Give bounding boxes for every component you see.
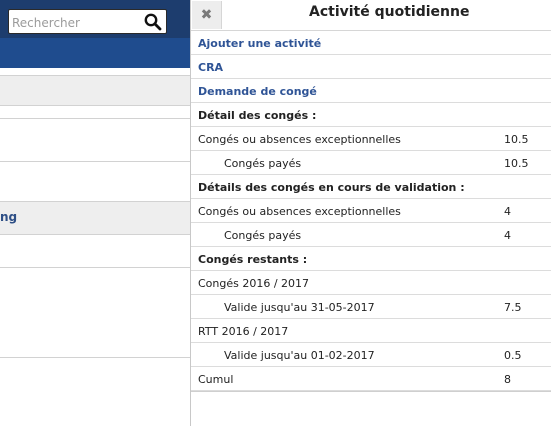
row-value: 8 (504, 373, 511, 386)
row-value: 4 (504, 229, 511, 242)
divider (0, 267, 190, 268)
background-link[interactable]: ng (0, 210, 17, 224)
row-label: Cumul (198, 373, 234, 386)
row-value: 0.5 (504, 349, 522, 362)
add-activity-link[interactable]: Ajouter une activité (191, 31, 551, 55)
divider (0, 357, 190, 358)
table-row: Cumul 8 (191, 367, 551, 391)
row-value: 7.5 (504, 301, 522, 314)
row-label: Valide jusqu'au 01-02-2017 (224, 349, 375, 362)
row-value: 10.5 (504, 157, 529, 170)
table-row: Congés ou absences exceptionnelles 10.5 (191, 127, 551, 151)
panel-bottom-border (191, 391, 551, 392)
divider (0, 105, 190, 106)
section-heading: Détails des congés en cours de validatio… (191, 175, 551, 199)
background-band (0, 201, 190, 234)
row-value: 10.5 (504, 133, 529, 146)
panel-body: Ajouter une activité CRA Demande de cong… (191, 31, 551, 391)
row-label: CRA (198, 61, 224, 74)
divider (0, 75, 190, 76)
table-row: Congés 2016 / 2017 (191, 271, 551, 295)
row-label: Congés payés (224, 157, 302, 170)
row-label: Valide jusqu'au 31-05-2017 (224, 301, 375, 314)
search-box (8, 9, 167, 34)
table-row: Congés ou absences exceptionnelles 4 (191, 199, 551, 223)
table-row: Congés payés 10.5 (191, 151, 551, 175)
row-label: Congés restants : (198, 253, 308, 266)
close-icon: ✖ (200, 7, 213, 23)
row-label: Détails des congés en cours de validatio… (198, 181, 465, 194)
row-label: Congés ou absences exceptionnelles (198, 205, 401, 218)
divider (0, 161, 190, 162)
divider (0, 234, 190, 235)
row-label: Congés ou absences exceptionnelles (198, 133, 401, 146)
row-label: Congés 2016 / 2017 (198, 277, 310, 290)
row-value: 4 (504, 205, 511, 218)
search-button[interactable] (143, 12, 163, 32)
row-label: Demande de congé (198, 85, 317, 98)
cra-link[interactable]: CRA (191, 55, 551, 79)
section-heading: Détail des congés : (191, 103, 551, 127)
magnifier-icon (144, 13, 162, 31)
row-label: Détail des congés : (198, 109, 317, 122)
background-band (0, 75, 190, 105)
panel-header: ✖ Activité quotidienne (191, 0, 551, 31)
table-row: Congés payés 4 (191, 223, 551, 247)
row-label: RTT 2016 / 2017 (198, 325, 289, 338)
panel-title: Activité quotidienne (309, 4, 470, 20)
table-row: Valide jusqu'au 01-02-2017 0.5 (191, 343, 551, 367)
leave-request-link[interactable]: Demande de congé (191, 79, 551, 103)
table-row: Valide jusqu'au 31-05-2017 7.5 (191, 295, 551, 319)
row-label: Ajouter une activité (198, 37, 322, 50)
daily-activity-panel: ✖ Activité quotidienne Ajouter une activ… (190, 0, 551, 426)
table-row: RTT 2016 / 2017 (191, 319, 551, 343)
search-input[interactable] (12, 13, 141, 32)
row-label: Congés payés (224, 229, 302, 242)
close-button[interactable]: ✖ (192, 1, 222, 29)
divider (0, 201, 190, 202)
divider (0, 118, 190, 119)
section-heading: Congés restants : (191, 247, 551, 271)
